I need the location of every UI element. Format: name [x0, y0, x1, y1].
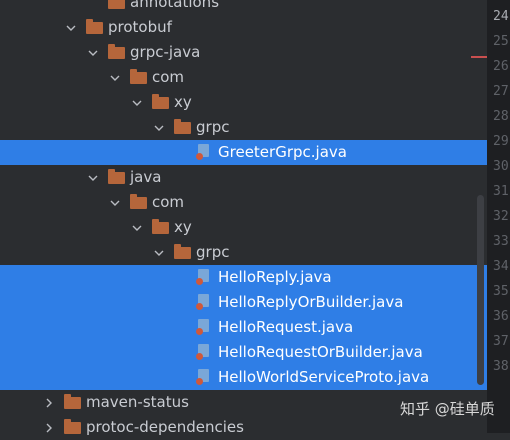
chevron-down-icon[interactable] — [152, 240, 166, 265]
tree-item-label: GreeterGrpc.java — [218, 143, 347, 161]
folder-icon — [152, 94, 170, 110]
java-file-icon — [196, 294, 214, 310]
tree-item-hellorequestorbuilder-java[interactable]: HelloRequestOrBuilder.java — [0, 340, 487, 365]
folder-icon — [108, 44, 126, 60]
tree-item-label: grpc-java — [130, 43, 201, 61]
chevron-down-icon[interactable] — [130, 215, 144, 240]
tree-item-xy[interactable]: xy — [0, 90, 487, 115]
line-number: 35 — [493, 284, 509, 299]
chevron-right-icon[interactable] — [42, 390, 56, 415]
tree-item-label: java — [130, 168, 162, 186]
tree-item-label: xy — [174, 218, 192, 236]
line-number: 31 — [493, 184, 509, 199]
folder-icon — [174, 119, 192, 135]
tree-item-label: HelloRequestOrBuilder.java — [218, 343, 423, 361]
line-number: 27 — [493, 84, 509, 99]
tree-item-grpc-java[interactable]: grpc-java — [0, 40, 487, 65]
java-file-icon — [196, 344, 214, 360]
folder-icon — [86, 19, 104, 35]
folder-icon — [174, 244, 192, 260]
chevron-down-icon[interactable] — [108, 65, 122, 90]
tree-scrollbar[interactable] — [477, 195, 484, 385]
line-number: 26 — [493, 59, 509, 74]
line-number: 29 — [493, 134, 509, 149]
folder-icon — [130, 69, 148, 85]
line-number: 34 — [493, 259, 509, 274]
tree-item-label: grpc — [196, 118, 230, 136]
java-file-icon — [196, 369, 214, 385]
folder-icon — [130, 194, 148, 210]
tree-item-helloreply-java[interactable]: HelloReply.java — [0, 265, 487, 290]
change-marker — [471, 56, 487, 58]
line-number: 36 — [493, 309, 509, 324]
chevron-down-icon[interactable] — [86, 165, 100, 190]
chevron-down-icon[interactable] — [108, 190, 122, 215]
tree-item-label: HelloRequest.java — [218, 318, 354, 336]
tree-item-com[interactable]: com — [0, 190, 487, 215]
folder-icon — [108, 0, 126, 10]
tree-item-label: com — [152, 193, 185, 211]
line-number: 33 — [493, 234, 509, 249]
tree-item-label: annotations — [130, 0, 220, 11]
java-file-icon — [196, 269, 214, 285]
tree-item-greetergrpc-java[interactable]: GreeterGrpc.java — [0, 140, 487, 165]
line-number: 37 — [493, 334, 509, 349]
chevron-down-icon[interactable] — [130, 90, 144, 115]
tree-item-xy[interactable]: xy — [0, 215, 487, 240]
tree-item-label: maven-status — [86, 393, 189, 411]
watermark: 知乎 @硅单质 — [400, 400, 495, 418]
line-number: 30 — [493, 159, 509, 174]
tree-item-helloreplyorbuilder-java[interactable]: HelloReplyOrBuilder.java — [0, 290, 487, 315]
tree-item-label: xy — [174, 93, 192, 111]
chevron-down-icon[interactable] — [86, 40, 100, 65]
line-number: 25 — [493, 34, 509, 49]
tree-item-label: HelloReplyOrBuilder.java — [218, 293, 404, 311]
tree-item-hellorequest-java[interactable]: HelloRequest.java — [0, 315, 487, 340]
tree-item-helloworldserviceproto-java[interactable]: HelloWorldServiceProto.java — [0, 365, 487, 390]
line-number: 32 — [493, 209, 509, 224]
tree-item-label: grpc — [196, 243, 230, 261]
chevron-right-icon[interactable] — [42, 415, 56, 440]
line-number: 24 — [493, 9, 509, 24]
tree-item-grpc[interactable]: grpc — [0, 240, 487, 265]
java-file-icon — [196, 319, 214, 335]
java-file-icon — [196, 144, 214, 160]
chevron-down-icon[interactable] — [64, 15, 78, 40]
tree-item-protobuf[interactable]: protobuf — [0, 15, 487, 40]
line-number: 38 — [493, 359, 509, 374]
tree-item-annotations[interactable]: annotations — [0, 0, 487, 15]
tree-item-label: protobuf — [108, 18, 172, 36]
tree-item-label: HelloWorldServiceProto.java — [218, 368, 430, 386]
tree-item-label: HelloReply.java — [218, 268, 332, 286]
tree-item-com[interactable]: com — [0, 65, 487, 90]
folder-icon — [108, 169, 126, 185]
tree-item-label: com — [152, 68, 185, 86]
line-number: 28 — [493, 109, 509, 124]
tree-item-grpc[interactable]: grpc — [0, 115, 487, 140]
tree-item-java[interactable]: java — [0, 165, 487, 190]
tree-item-label: protoc-dependencies — [86, 418, 244, 436]
chevron-down-icon[interactable] — [152, 115, 166, 140]
project-tree: annotations protobuf grpc-java com xy grpc Gre… — [0, 0, 487, 440]
folder-icon — [152, 219, 170, 235]
folder-icon — [64, 394, 82, 410]
line-number-gutter: 24 25 26 27 28 29 30 31 32 33 34 35 36 37 38 — [487, 0, 510, 433]
